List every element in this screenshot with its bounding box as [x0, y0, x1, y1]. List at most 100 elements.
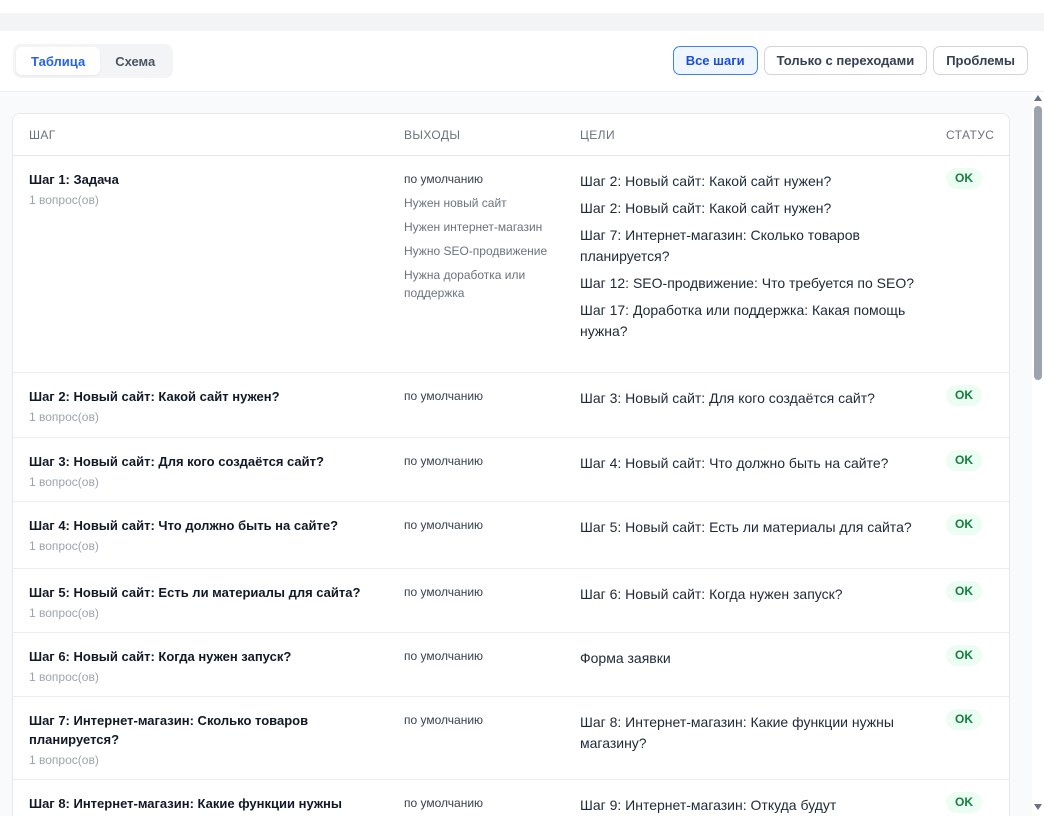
step-question-count: 1 вопрос(ов) [29, 193, 99, 207]
targets-cell: Шаг 9: Интернет-магазин: Откуда будут [580, 795, 925, 816]
targets-cell: Шаг 6: Новый сайт: Когда нужен запуск? [580, 584, 925, 611]
table-row[interactable]: Шаг 6: Новый сайт: Когда нужен запуск? 1 … [13, 633, 1009, 697]
status-cell: OK [946, 514, 1006, 535]
status-badge: OK [946, 385, 982, 406]
target-link[interactable]: Шаг 2: Новый сайт: Какой сайт нужен? [580, 198, 925, 219]
step-title: Шаг 1: Задача [29, 172, 119, 187]
table-row[interactable]: Шаг 7: Интернет-магазин: Сколько товаров… [13, 697, 1009, 780]
exit-label: по умолчанию [404, 172, 484, 186]
scroll-up-icon[interactable] [1034, 95, 1042, 101]
top-band [0, 13, 1044, 31]
target-link[interactable]: Шаг 3: Новый сайт: Для кого создаётся са… [580, 388, 925, 409]
filter-problems-button[interactable]: Проблемы [933, 46, 1028, 75]
status-cell: OK [946, 385, 1006, 406]
exit-label: по умолчанию [404, 518, 484, 532]
step-cell: Шаг 1: Задача 1 вопрос(ов) [29, 170, 389, 208]
target-link[interactable]: Шаг 7: Интернет-магазин: Сколько товаров… [580, 225, 925, 267]
scroll-down-icon[interactable] [1034, 804, 1042, 810]
step-title: Шаг 6: Новый сайт: Когда нужен запуск? [29, 649, 292, 664]
target-link[interactable]: Шаг 2: Новый сайт: Какой сайт нужен? [580, 171, 925, 192]
table-body: Шаг 1: Задача 1 вопрос(ов) по умолчанию Нуж… [13, 156, 1009, 816]
table-row[interactable]: Шаг 4: Новый сайт: Что должно быть на са… [13, 502, 1009, 569]
status-badge: OK [946, 450, 982, 471]
header-status: СТАТУС [946, 127, 995, 142]
step-question-count: 1 вопрос(ов) [29, 475, 99, 489]
exit-label: по умолчанию [404, 454, 484, 468]
step-title: Шаг 3: Новый сайт: Для кого создаётся са… [29, 454, 324, 469]
step-cell: Шаг 8: Интернет-магазин: Какие функции н… [29, 794, 389, 816]
target-link[interactable]: Шаг 17: Доработка или поддержка: Какая п… [580, 300, 925, 342]
steps-table: ШАГ ВЫХОДЫ ЦЕЛИ СТАТУС Шаг 1: Задача 1 во… [12, 113, 1010, 816]
table-row[interactable]: Шаг 8: Интернет-магазин: Какие функции н… [13, 780, 1009, 816]
table-header: ШАГ ВЫХОДЫ ЦЕЛИ СТАТУС [13, 114, 1009, 156]
status-badge: OK [946, 792, 982, 813]
view-switcher: Таблица Схема [13, 44, 174, 78]
exit-label: по умолчанию [404, 796, 484, 810]
filter-with-transitions-button[interactable]: Только с переходами [763, 46, 928, 75]
table-area: ШАГ ВЫХОДЫ ЦЕЛИ СТАТУС Шаг 1: Задача 1 во… [0, 92, 1032, 816]
status-cell: OK [946, 645, 1006, 666]
status-cell: OK [946, 709, 1006, 730]
targets-cell: Форма заявки [580, 648, 925, 675]
filter-all-steps-button[interactable]: Все шаги [672, 46, 758, 75]
status-badge: OK [946, 514, 982, 535]
exit-label: по умолчанию [404, 649, 484, 663]
exit-label: по умолчанию [404, 713, 484, 727]
target-link[interactable]: Шаг 9: Интернет-магазин: Откуда будут [580, 795, 925, 816]
exit-label: по умолчанию [404, 389, 484, 403]
table-row[interactable]: Шаг 2: Новый сайт: Какой сайт нужен? 1 во… [13, 373, 1009, 438]
target-link[interactable]: Шаг 4: Новый сайт: Что должно быть на са… [580, 453, 925, 474]
exits-cell: по умолчанию [404, 583, 554, 607]
exit-label: Нужен новый сайт [404, 196, 507, 210]
tab-table[interactable]: Таблица [16, 47, 101, 75]
header-exits: ВЫХОДЫ [404, 127, 461, 142]
step-cell: Шаг 6: Новый сайт: Когда нужен запуск? 1 … [29, 647, 389, 685]
exits-cell: по умолчанию [404, 647, 554, 671]
exit-label: Нужно SEO-продвижение [404, 244, 548, 258]
step-title: Шаг 4: Новый сайт: Что должно быть на са… [29, 518, 339, 533]
targets-cell: Шаг 5: Новый сайт: Есть ли материалы для… [580, 517, 925, 544]
target-link[interactable]: Шаг 8: Интернет-магазин: Какие функции н… [580, 712, 925, 754]
exits-cell: по умолчанию [404, 711, 554, 735]
view-toolbar: Таблица Схема Все шаги Только с перехода… [0, 31, 1044, 92]
targets-cell: Шаг 3: Новый сайт: Для кого создаётся са… [580, 388, 925, 415]
step-title: Шаг 8: Интернет-магазин: Какие функции н… [29, 796, 343, 811]
exit-label: Нужна доработка или поддержка [404, 268, 526, 300]
tab-scheme[interactable]: Схема [100, 47, 170, 75]
status-cell: OK [946, 792, 1006, 813]
status-cell: OK [946, 450, 1006, 471]
targets-cell: Шаг 4: Новый сайт: Что должно быть на са… [580, 453, 925, 480]
step-title: Шаг 7: Интернет-магазин: Сколько товаров… [29, 713, 309, 747]
step-cell: Шаг 7: Интернет-магазин: Сколько товаров… [29, 711, 389, 768]
status-badge: OK [946, 581, 982, 602]
status-badge: OK [946, 645, 982, 666]
table-row[interactable]: Шаг 5: Новый сайт: Есть ли материалы для… [13, 569, 1009, 633]
step-title: Шаг 5: Новый сайт: Есть ли материалы для… [29, 585, 361, 600]
exit-label: Нужен интернет-магазин [404, 220, 543, 234]
exits-cell: по умолчанию [404, 387, 554, 411]
targets-cell: Шаг 2: Новый сайт: Какой сайт нужен? Шаг … [580, 171, 925, 348]
target-link[interactable]: Форма заявки [580, 648, 925, 669]
exits-cell: по умолчанию [404, 794, 554, 816]
exits-cell: по умолчанию Нужен новый сайт Нужен интерн… [404, 170, 554, 308]
vertical-scrollbar[interactable] [1032, 92, 1044, 816]
exits-cell: по умолчанию [404, 452, 554, 476]
step-question-count: 1 вопрос(ов) [29, 606, 99, 620]
step-cell: Шаг 4: Новый сайт: Что должно быть на са… [29, 516, 389, 554]
table-row[interactable]: Шаг 1: Задача 1 вопрос(ов) по умолчанию Нуж… [13, 156, 1009, 373]
targets-cell: Шаг 8: Интернет-магазин: Какие функции н… [580, 712, 925, 760]
exits-cell: по умолчанию [404, 516, 554, 540]
step-cell: Шаг 2: Новый сайт: Какой сайт нужен? 1 во… [29, 387, 389, 425]
status-badge: OK [946, 709, 982, 730]
target-link[interactable]: Шаг 5: Новый сайт: Есть ли материалы для… [580, 517, 925, 538]
table-row[interactable]: Шаг 3: Новый сайт: Для кого создаётся са… [13, 438, 1009, 502]
step-question-count: 1 вопрос(ов) [29, 670, 99, 684]
target-link[interactable]: Шаг 12: SEO-продвижение: Что требуется п… [580, 273, 925, 294]
scroll-thumb[interactable] [1034, 106, 1042, 380]
status-cell: OK [946, 168, 1006, 189]
target-link[interactable]: Шаг 6: Новый сайт: Когда нужен запуск? [580, 584, 925, 605]
header-step: ШАГ [29, 127, 56, 142]
step-question-count: 1 вопрос(ов) [29, 539, 99, 553]
exit-label: по умолчанию [404, 585, 484, 599]
step-question-count: 1 вопрос(ов) [29, 753, 99, 767]
